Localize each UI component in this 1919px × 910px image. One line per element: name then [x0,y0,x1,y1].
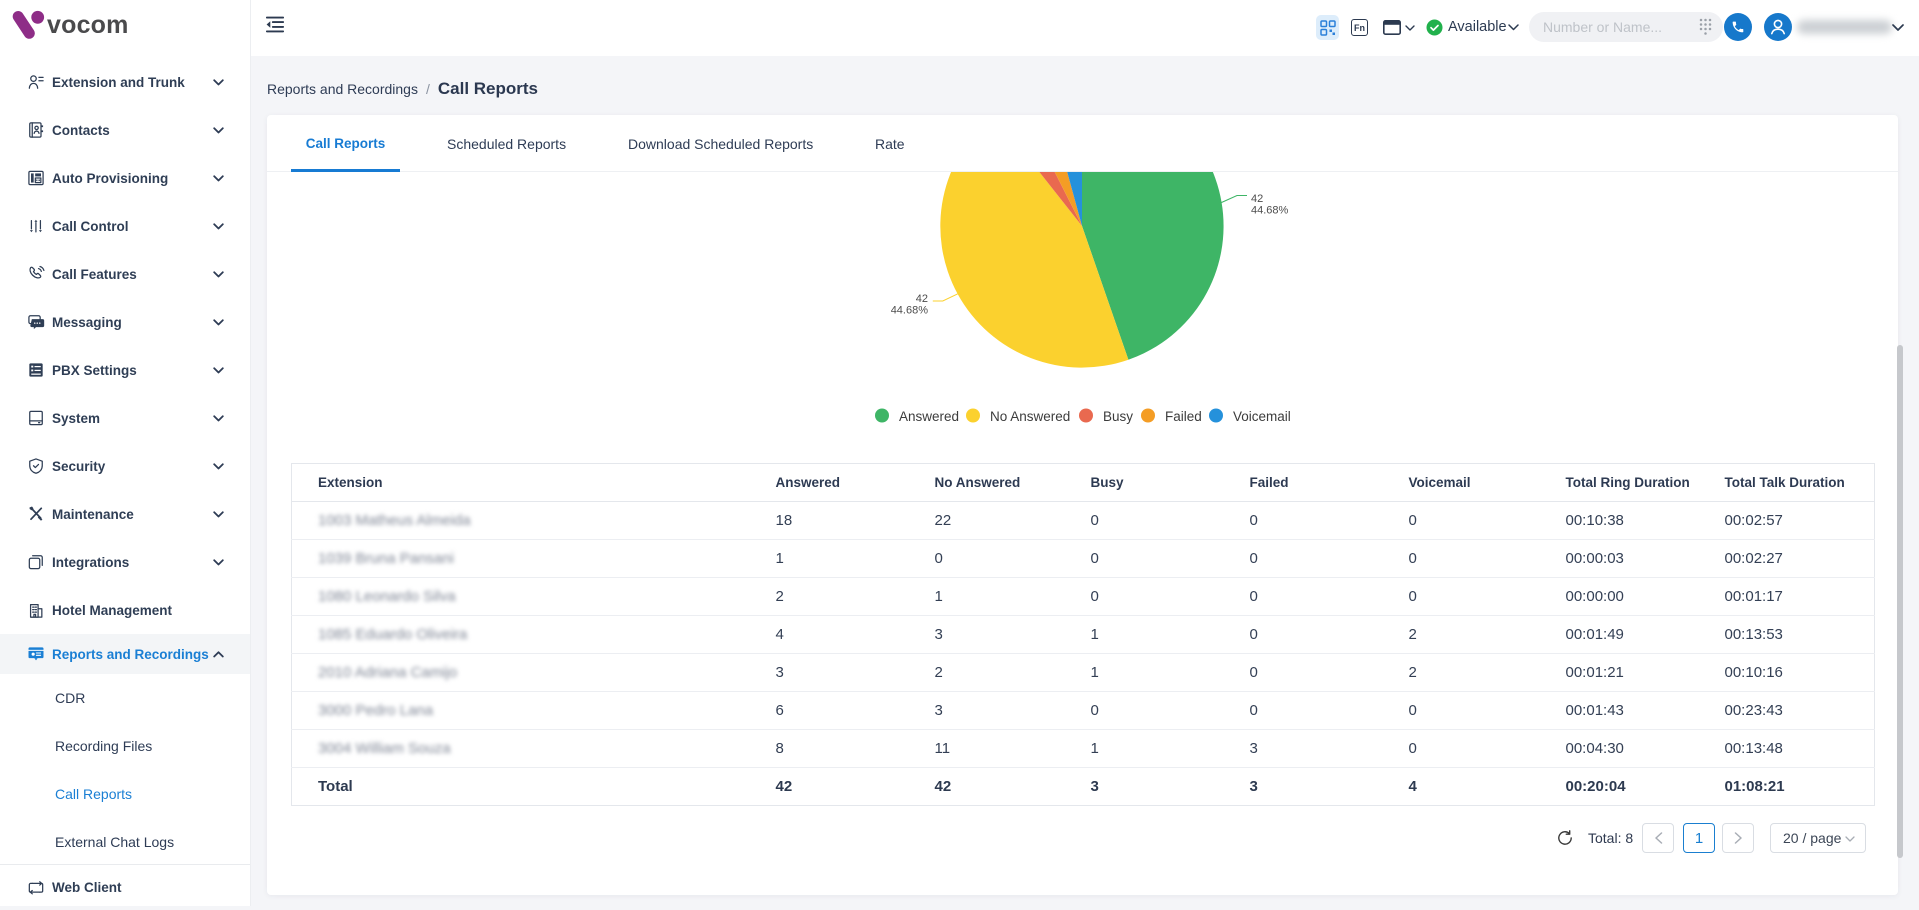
svg-text:Failed: Failed [1165,409,1202,424]
svg-text:44.68%: 44.68% [1251,205,1289,217]
svg-text:No Answered: No Answered [990,409,1070,424]
svg-text:42: 42 [916,293,928,305]
svg-text:Voicemail: Voicemail [1233,409,1291,424]
svg-text:Busy: Busy [1103,409,1133,424]
svg-text:Answered: Answered [899,409,959,424]
svg-text:44.68%: 44.68% [891,305,929,317]
svg-text:42: 42 [1251,193,1263,205]
